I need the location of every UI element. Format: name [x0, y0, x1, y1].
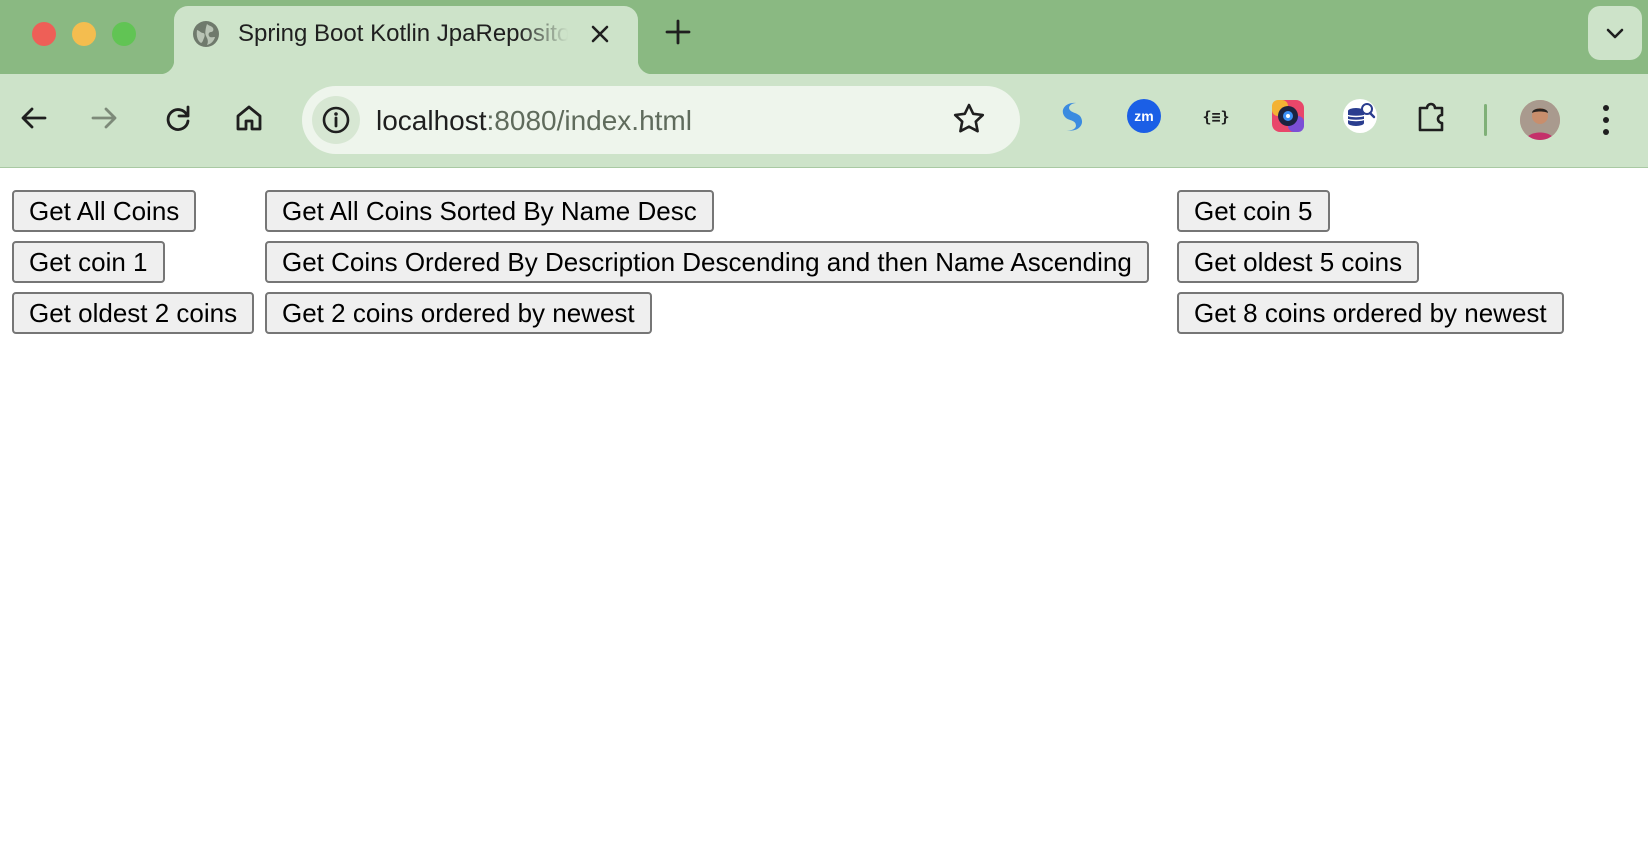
get-coins-ordered-by-description-desc-name-asc-button[interactable]: Get Coins Ordered By Description Descend… [265, 241, 1149, 283]
swirl-extension-icon[interactable] [1052, 96, 1092, 136]
kebab-menu-icon [1603, 105, 1609, 135]
url-host: localhost [376, 105, 487, 136]
page-content: Get All Coins Get All Coins Sorted By Na… [0, 168, 1648, 856]
profile-avatar[interactable] [1520, 100, 1560, 140]
chevron-down-icon [1606, 28, 1624, 39]
get-all-coins-sorted-by-name-desc-button[interactable]: Get All Coins Sorted By Name Desc [265, 190, 714, 232]
puzzle-extensions-icon[interactable] [1412, 96, 1452, 136]
maximize-window-button[interactable] [112, 22, 136, 46]
close-tab-icon[interactable] [586, 20, 614, 48]
back-button[interactable] [16, 100, 52, 136]
camera-extension-icon[interactable] [1268, 96, 1308, 136]
new-tab-icon[interactable] [664, 18, 692, 46]
more-menu-button[interactable] [1598, 100, 1614, 145]
get-oldest-2-coins-button[interactable]: Get oldest 2 coins [12, 292, 255, 334]
forward-button[interactable] [86, 100, 122, 136]
url-path: :8080/index.html [486, 105, 692, 136]
home-icon [236, 105, 262, 131]
close-window-button[interactable] [32, 22, 56, 46]
globe-icon [192, 20, 220, 48]
get-8-coins-ordered-by-newest-button[interactable]: Get 8 coins ordered by newest [1177, 292, 1564, 334]
arrow-left-icon [21, 107, 47, 129]
home-button[interactable] [231, 100, 267, 136]
tab-strip: Spring Boot Kotlin JpaRepository [0, 0, 1648, 74]
get-oldest-5-coins-button[interactable]: Get oldest 5 coins [1177, 241, 1420, 283]
get-coin-5-button[interactable]: Get coin 5 [1177, 190, 1330, 232]
info-icon [322, 106, 350, 134]
json-formatter-extension-icon[interactable]: {≡} [1196, 96, 1236, 136]
active-tab[interactable]: Spring Boot Kotlin JpaRepository [160, 6, 652, 74]
minimize-window-button[interactable] [72, 22, 96, 46]
tab-title: Spring Boot Kotlin JpaRepository [238, 20, 568, 47]
toolbar-divider [1484, 104, 1487, 136]
get-2-coins-ordered-by-newest-button[interactable]: Get 2 coins ordered by newest [265, 292, 652, 334]
reload-icon [166, 105, 190, 131]
zoom-extension-icon[interactable]: zm [1124, 96, 1164, 136]
get-all-coins-button[interactable]: Get All Coins [12, 190, 197, 232]
arrow-right-icon [91, 107, 117, 129]
url-text[interactable]: localhost:8080/index.html [376, 105, 692, 137]
address-bar[interactable]: localhost:8080/index.html [302, 86, 1020, 154]
reload-button[interactable] [160, 100, 196, 136]
database-search-extension-icon[interactable] [1340, 96, 1380, 136]
bookmark-star-icon[interactable] [952, 102, 986, 141]
tab-search-button[interactable] [1588, 6, 1642, 60]
get-coin-1-button[interactable]: Get coin 1 [12, 241, 165, 283]
site-info-button[interactable] [312, 96, 360, 144]
browser-toolbar: localhost:8080/index.html zm {≡} [0, 74, 1648, 168]
svg-text:zm: zm [1134, 108, 1153, 124]
svg-text:{≡}: {≡} [1202, 108, 1229, 126]
